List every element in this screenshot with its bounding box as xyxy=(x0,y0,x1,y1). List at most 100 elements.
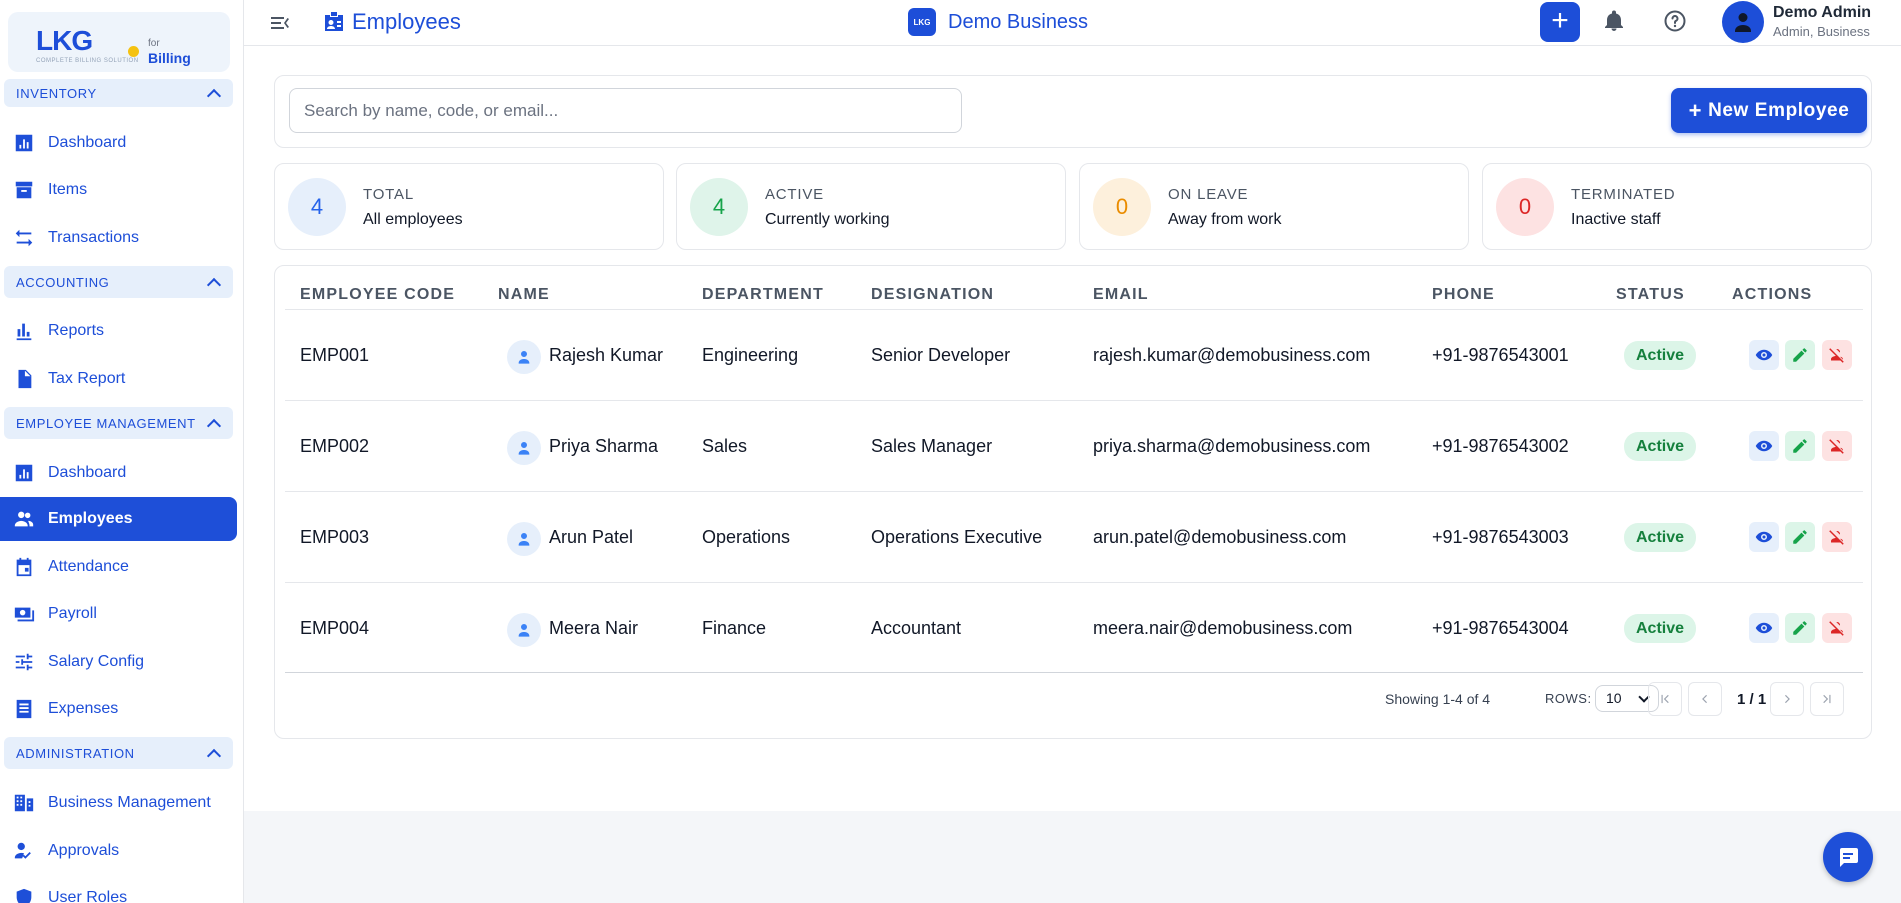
sidebar-item-payroll[interactable]: Payroll xyxy=(0,592,237,636)
pagination-summary: Showing 1-4 of 4 xyxy=(1385,691,1491,707)
calendar-icon xyxy=(16,557,32,577)
stat-card-total: 4 TOTAL All employees xyxy=(274,163,664,250)
view-button[interactable] xyxy=(1749,522,1779,552)
table-row[interactable]: EMP002 Priya Sharma Sales Sales Manager … xyxy=(285,400,1863,491)
stat-value: 4 xyxy=(288,178,346,236)
employee-designation: Senior Developer xyxy=(871,345,1011,365)
last-page-button[interactable] xyxy=(1810,682,1844,716)
edit-button[interactable] xyxy=(1785,613,1815,643)
person-icon xyxy=(518,624,530,637)
section-accounting[interactable]: ACCOUNTING xyxy=(4,266,233,298)
chat-button[interactable] xyxy=(1823,832,1873,882)
menu-collapse-icon[interactable] xyxy=(268,11,292,35)
column-header-code[interactable]: EMPLOYEE CODE xyxy=(300,286,455,304)
stat-label: ON LEAVE xyxy=(1168,186,1249,203)
edit-button[interactable] xyxy=(1785,340,1815,370)
person-icon xyxy=(1735,13,1751,32)
table-row[interactable]: EMP001 Rajesh Kumar Engineering Senior D… xyxy=(285,309,1863,400)
chevron-left-icon xyxy=(1702,694,1707,704)
logo-for: for xyxy=(148,38,160,49)
employee-code: EMP002 xyxy=(300,436,370,456)
avatar[interactable] xyxy=(1722,1,1764,43)
sidebar-item-label: Approvals xyxy=(48,842,120,859)
rows-per-page-label: ROWS: xyxy=(1545,691,1592,706)
section-inventory[interactable]: INVENTORY xyxy=(4,79,233,107)
column-header-status[interactable]: STATUS xyxy=(1616,286,1685,304)
edit-button[interactable] xyxy=(1785,522,1815,552)
sidebar-item-attendance[interactable]: Attendance xyxy=(0,545,237,589)
person-icon xyxy=(518,442,530,455)
sidebar-item-employees[interactable]: Employees xyxy=(0,497,237,541)
business-name[interactable]: Demo Business xyxy=(948,11,1088,34)
status-badge: Active xyxy=(1624,614,1697,643)
view-button[interactable] xyxy=(1749,613,1779,643)
sidebar-item-business-management[interactable]: Business Management xyxy=(0,781,237,825)
person-off-icon xyxy=(1829,621,1844,636)
employee-name: Priya Sharma xyxy=(549,436,659,456)
deactivate-button[interactable] xyxy=(1822,613,1852,643)
last-page-icon xyxy=(1823,694,1831,704)
approval-icon xyxy=(14,842,31,859)
sidebar-item-label: Business Management xyxy=(48,794,211,811)
quick-add-button[interactable]: + xyxy=(1540,2,1580,42)
next-page-button[interactable] xyxy=(1770,682,1804,716)
column-header-phone[interactable]: PHONE xyxy=(1432,286,1495,304)
sidebar-item-expenses[interactable]: Expenses xyxy=(0,687,237,731)
table-row[interactable]: EMP004 Meera Nair Finance Accountant mee… xyxy=(285,582,1863,673)
sidebar-item-reports[interactable]: Reports xyxy=(0,309,237,353)
sidebar: LKG COMPLETE BILLING SOLUTION for Billin… xyxy=(0,0,244,903)
help-icon[interactable] xyxy=(1663,9,1687,33)
pencil-icon xyxy=(1793,439,1807,453)
stat-value: 0 xyxy=(1093,178,1151,236)
user-role: Admin, Business xyxy=(1773,24,1870,39)
view-button[interactable] xyxy=(1749,340,1779,370)
section-administration[interactable]: ADMINISTRATION xyxy=(4,737,233,769)
sidebar-item-transactions[interactable]: Transactions xyxy=(0,216,237,260)
column-header-designation[interactable]: DESIGNATION xyxy=(871,286,994,304)
column-header-name[interactable]: NAME xyxy=(498,286,550,304)
first-page-button[interactable] xyxy=(1648,682,1682,716)
sidebar-item-tax-report[interactable]: Tax Report xyxy=(0,357,237,401)
new-employee-button[interactable]: + New Employee xyxy=(1671,88,1867,133)
status-badge: Active xyxy=(1624,523,1697,552)
employee-name: Arun Patel xyxy=(549,527,634,547)
swap-icon xyxy=(15,229,33,247)
sidebar-item-label: Payroll xyxy=(48,605,97,622)
bell-icon[interactable] xyxy=(1602,9,1626,33)
new-employee-label: New Employee xyxy=(1708,99,1850,121)
brand-logo[interactable]: LKG COMPLETE BILLING SOLUTION for Billin… xyxy=(8,12,230,72)
employee-email: rajesh.kumar@demobusiness.com xyxy=(1093,345,1371,365)
sidebar-item-inventory-dashboard[interactable]: Dashboard xyxy=(0,121,237,165)
receipt-icon xyxy=(16,699,32,719)
sidebar-item-label: Transactions xyxy=(48,229,139,246)
sidebar-item-label: User Roles xyxy=(48,889,128,903)
eye-icon xyxy=(1755,622,1773,634)
stat-card-active: 4 ACTIVE Currently working xyxy=(676,163,1066,250)
column-header-department[interactable]: DEPARTMENT xyxy=(702,286,824,304)
sidebar-item-salary-config[interactable]: Salary Config xyxy=(0,640,237,684)
chevron-up-icon xyxy=(206,748,222,763)
sidebar-item-user-roles[interactable]: User Roles xyxy=(0,876,237,903)
section-employee-management[interactable]: EMPLOYEE MANAGEMENT xyxy=(4,407,233,439)
deactivate-button[interactable] xyxy=(1822,340,1852,370)
view-button[interactable] xyxy=(1749,431,1779,461)
sidebar-item-items[interactable]: Items xyxy=(0,168,237,212)
previous-page-button[interactable] xyxy=(1688,682,1722,716)
document-icon xyxy=(18,369,32,389)
chevron-up-icon xyxy=(206,418,222,433)
column-header-email[interactable]: EMAIL xyxy=(1093,286,1149,304)
toolbar-card: + New Employee xyxy=(274,75,1872,148)
table-row[interactable]: EMP003 Arun Patel Operations Operations … xyxy=(285,491,1863,582)
edit-button[interactable] xyxy=(1785,431,1815,461)
sidebar-item-employee-dashboard[interactable]: Dashboard xyxy=(0,451,237,495)
search-input[interactable] xyxy=(289,88,962,133)
stat-card-terminated: 0 TERMINATED Inactive staff xyxy=(1482,163,1872,250)
sidebar-item-approvals[interactable]: Approvals xyxy=(0,829,237,873)
deactivate-button[interactable] xyxy=(1822,522,1852,552)
pencil-icon xyxy=(1793,621,1807,635)
deactivate-button[interactable] xyxy=(1822,431,1852,461)
stat-label: ACTIVE xyxy=(765,186,824,203)
user-name[interactable]: Demo Admin xyxy=(1773,4,1871,22)
sidebar-item-label: Attendance xyxy=(48,558,129,575)
page-title: Employees xyxy=(352,9,461,34)
